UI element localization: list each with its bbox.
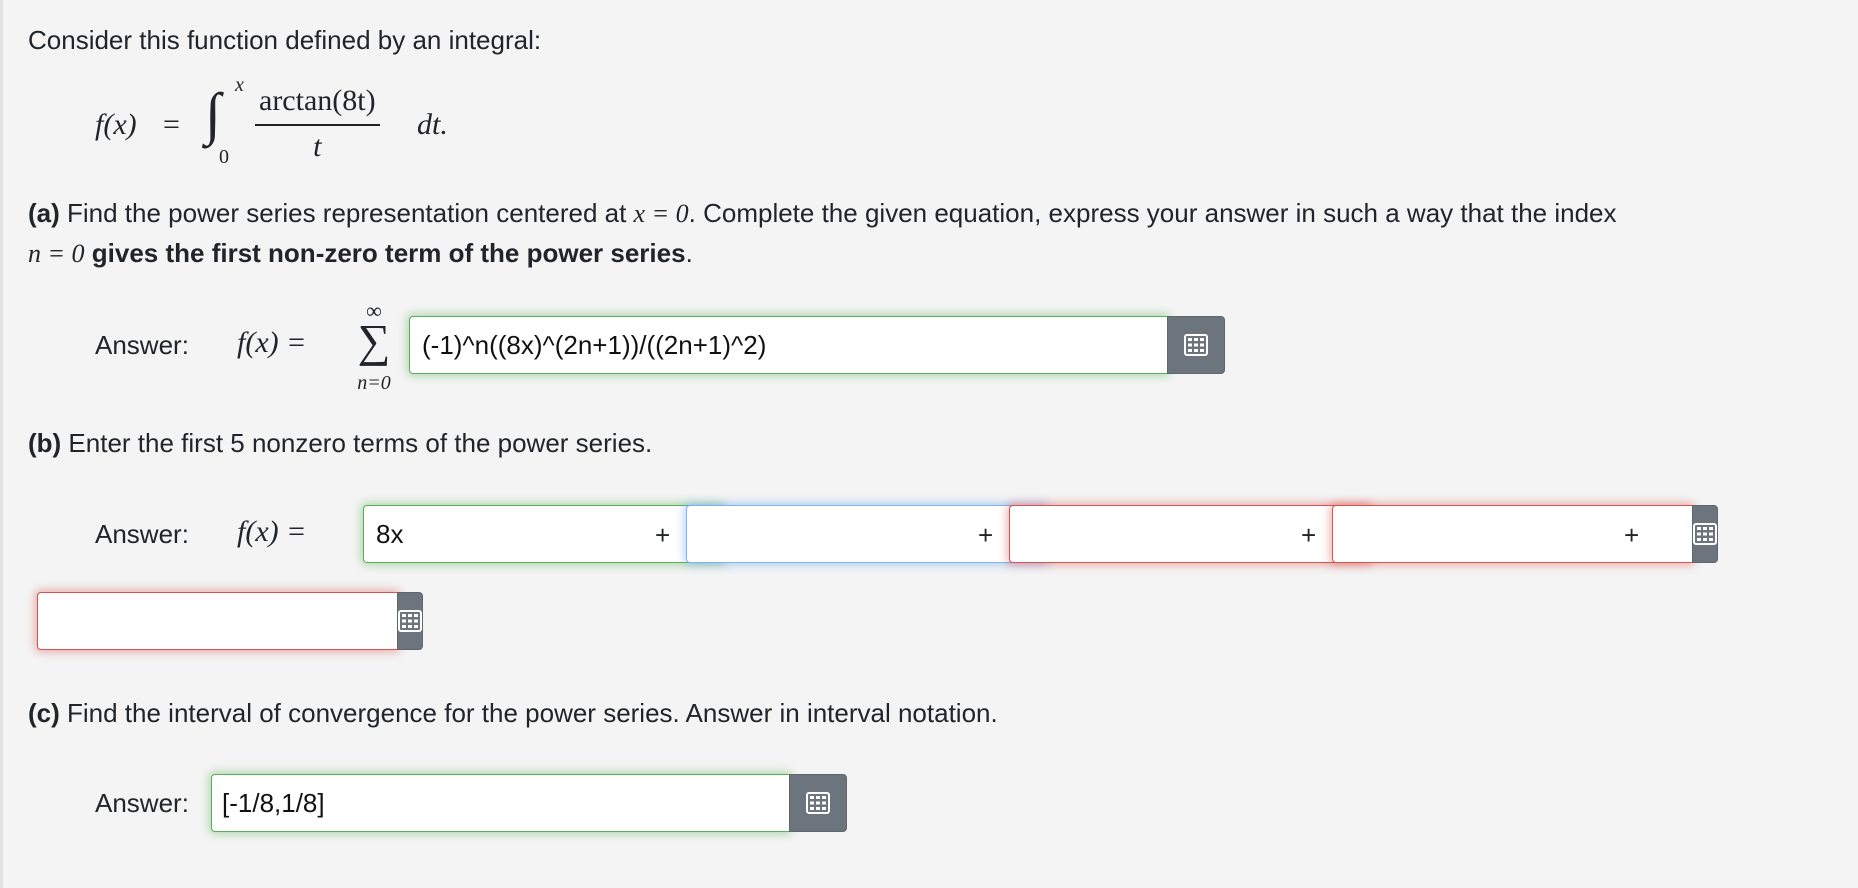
formula-lhs: f(x): [95, 108, 137, 141]
part-c-label: (c): [28, 698, 60, 728]
part-c-answer-label: Answer:: [95, 788, 189, 818]
term2-group: [686, 505, 1072, 563]
sigma-lower: n=0: [357, 372, 391, 394]
part-c-answer-group: [211, 774, 847, 832]
part-a-line2: n = 0 gives the first non-zero term of t…: [28, 237, 693, 270]
part-c-answer-input[interactable]: [211, 774, 789, 832]
term5-group: [37, 592, 423, 650]
part-a-math2: n = 0: [28, 239, 85, 268]
keypad-grid-icon: [398, 610, 422, 632]
plus-sign-4: +: [1624, 520, 1640, 550]
plus-sign-1: +: [655, 520, 671, 550]
integrand-denominator: t: [313, 130, 322, 163]
part-a-answer-input[interactable]: [409, 316, 1167, 374]
part-b-line: (b) Enter the first 5 nonzero terms of t…: [28, 427, 652, 459]
integral-lower-limit: 0: [219, 146, 229, 168]
part-b-fx: f(x) =: [237, 515, 307, 548]
part-c-text: Find the interval of convergence for the…: [59, 698, 998, 728]
term4-group: [1332, 505, 1718, 563]
part-b-text: Enter the first 5 nonzero terms of the p…: [61, 428, 653, 458]
keypad-grid-icon: [806, 792, 830, 814]
formula-dt: dt.: [417, 108, 448, 141]
part-a-text1: Find the power series representation cen…: [59, 198, 634, 228]
term1-group: [363, 505, 749, 563]
part-a-math1: x = 0: [633, 199, 689, 228]
part-a-bold-text: gives the first non-zero term of the pow…: [84, 238, 686, 268]
integral-upper-limit: x: [235, 74, 244, 96]
question-panel: Consider this function defined by an int…: [0, 0, 1858, 888]
intro-text: Consider this function defined by an int…: [28, 25, 542, 55]
integrand-fraction: arctan(8t) t: [255, 84, 380, 164]
keypad-grid-icon: [1184, 334, 1208, 356]
keypad-grid-icon: [1693, 523, 1717, 545]
part-a-answer-label: Answer:: [95, 330, 189, 360]
part-a-fx: f(x) =: [237, 326, 307, 359]
part-a-period: .: [685, 238, 693, 268]
part-c-line: (c) Find the interval of convergence for…: [28, 697, 998, 729]
part-a-answer-group: [409, 316, 1225, 374]
part-a-keypad-button[interactable]: [1167, 316, 1225, 374]
part-c-keypad-button[interactable]: [789, 774, 847, 832]
plus-sign-2: +: [978, 520, 994, 550]
part-b-answer-label: Answer:: [95, 519, 189, 549]
term4-keypad-button[interactable]: [1692, 505, 1718, 563]
part-a-label: (a): [28, 198, 60, 228]
part-a-text2: . Complete the given equation, express y…: [688, 198, 1617, 228]
term5-input[interactable]: [37, 592, 397, 650]
integral-formula: f(x) = ∫ x 0 arctan(8t) t dt.: [95, 74, 495, 170]
part-a-line1: (a) Find the power series representation…: [28, 197, 1617, 230]
formula-equals: =: [163, 108, 180, 141]
term3-group: [1009, 505, 1395, 563]
term5-keypad-button[interactable]: [397, 592, 423, 650]
integrand-numerator: arctan(8t): [255, 84, 380, 126]
part-b-label: (b): [28, 428, 62, 458]
sigma-sign: ∑: [357, 315, 391, 366]
plus-sign-3: +: [1301, 520, 1317, 550]
integral-sign: ∫: [205, 81, 221, 146]
